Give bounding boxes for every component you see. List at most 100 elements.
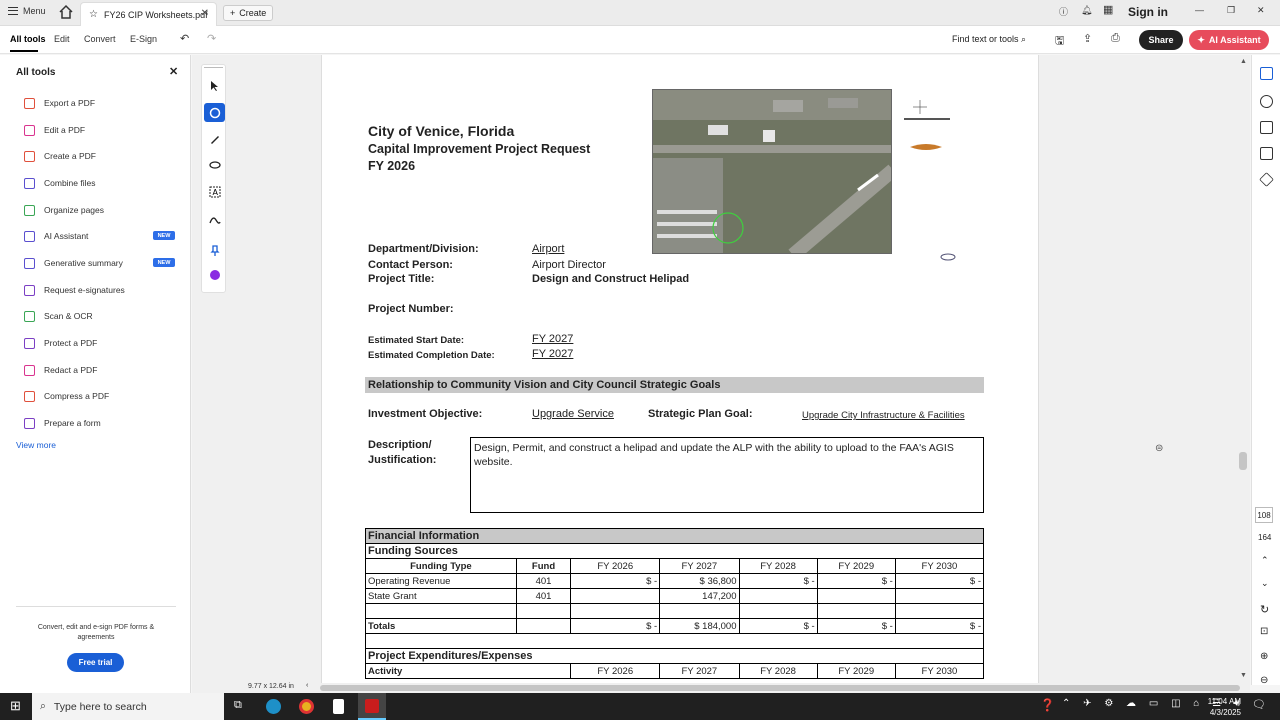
- zoom-in-icon[interactable]: ⊕: [1260, 651, 1268, 662]
- all-tools-panel: All tools ✕ Export a PDF Edit a PDF Create…: [0, 55, 191, 693]
- tool-item[interactable]: Organize pages: [24, 202, 104, 218]
- task-view-icon[interactable]: ⧉: [234, 699, 242, 712]
- tool-item[interactable]: Scan & OCR: [24, 308, 93, 324]
- doc-fiscal-year: FY 2026: [368, 159, 416, 173]
- close-panel-icon[interactable]: ✕: [169, 65, 178, 78]
- page-fit-icon[interactable]: ⊡: [1260, 626, 1268, 637]
- completion-date-value: FY 2027: [532, 348, 574, 360]
- tool-item[interactable]: Request e-signatures: [24, 282, 125, 298]
- ai-chat-icon[interactable]: [1260, 95, 1273, 108]
- tool-item[interactable]: Edit a PDF: [24, 122, 85, 138]
- help-icon[interactable]: ⓘ: [1059, 5, 1068, 18]
- close-window-icon[interactable]: ✕: [1257, 5, 1265, 16]
- help-tray-icon[interactable]: ❓: [1040, 698, 1055, 712]
- layers-icon[interactable]: [1259, 172, 1274, 187]
- doc-title: City of Venice, Florida: [368, 123, 515, 139]
- tool-item[interactable]: Prepare a form: [24, 415, 101, 431]
- file-icon[interactable]: [333, 699, 344, 714]
- document-tab[interactable]: ☆ FY26 CIP Worksheets.pdf ✕: [80, 2, 217, 26]
- table-cell: $ -: [738, 573, 818, 589]
- tool-item[interactable]: Export a PDF: [24, 95, 95, 111]
- free-trial-button[interactable]: Free trial: [67, 653, 124, 672]
- scroll-left-arrow[interactable]: ‹: [306, 682, 308, 689]
- print-icon[interactable]: ⎙: [1111, 32, 1120, 45]
- create-button[interactable]: + Create: [223, 5, 274, 21]
- tool-item[interactable]: AI Assistant: [24, 228, 88, 244]
- tool-item[interactable]: Combine files: [24, 175, 96, 191]
- scale-logo: [940, 248, 956, 261]
- save-icon[interactable]: 🖫: [1055, 32, 1064, 51]
- redo-icon[interactable]: ↷: [207, 32, 216, 45]
- edge-icon[interactable]: [266, 699, 281, 714]
- undo-icon[interactable]: ↶: [180, 32, 189, 45]
- upload-icon[interactable]: ⇪: [1083, 32, 1092, 45]
- sign-in-button[interactable]: Sign in: [1128, 5, 1168, 19]
- text-box-icon[interactable]: A: [207, 184, 222, 199]
- bell-icon[interactable]: 🔔︎: [1081, 5, 1092, 16]
- home-icon[interactable]: [58, 4, 74, 20]
- comment-icon[interactable]: [204, 103, 225, 122]
- pages-icon[interactable]: [1260, 147, 1273, 160]
- tool-icon: [24, 177, 35, 189]
- star-icon[interactable]: ☆: [89, 9, 98, 20]
- drag-handle[interactable]: [204, 67, 223, 68]
- signature-icon[interactable]: [207, 211, 222, 226]
- table-row: Activity FY 2026 FY 2027 FY 2028 FY 2029 FY 2…: [364, 663, 985, 679]
- all-tools-tab[interactable]: All tools: [10, 34, 46, 44]
- taskbar-search[interactable]: ⌕ Type here to search: [32, 693, 224, 720]
- table-cell: Operating Revenue: [365, 573, 517, 589]
- table-cell: $ 36,800: [659, 573, 740, 589]
- tool-item[interactable]: Generative summary: [24, 255, 123, 271]
- lasso-icon[interactable]: [207, 158, 222, 173]
- tool-label: Generative summary: [44, 258, 123, 268]
- contact-value: Airport Director: [532, 259, 606, 271]
- scroll-down-arrow[interactable]: ▼: [1240, 672, 1247, 679]
- view-more-link[interactable]: View more: [16, 440, 56, 450]
- page-number-field[interactable]: 108: [1255, 507, 1273, 523]
- share-button[interactable]: Share: [1139, 30, 1183, 50]
- refresh-icon[interactable]: ↻: [1260, 603, 1269, 616]
- tool-icon: [24, 417, 35, 429]
- annotation-toolbar: A: [201, 64, 226, 293]
- minimize-icon[interactable]: —: [1195, 5, 1204, 15]
- find-text-button[interactable]: Find text or tools ⌕: [952, 34, 1026, 45]
- ai-assistant-button[interactable]: ✦ AI Assistant: [1189, 30, 1269, 50]
- comment-panel-icon[interactable]: [1260, 67, 1273, 80]
- acrobat-taskbar-button[interactable]: [358, 693, 386, 720]
- tool-label: Redact a PDF: [44, 365, 98, 375]
- vertical-scrollbar-thumb[interactable]: [1239, 452, 1247, 470]
- chevron-up-icon[interactable]: ⌃: [1261, 555, 1269, 566]
- bookmark-icon[interactable]: [1260, 121, 1273, 134]
- tool-item[interactable]: Redact a PDF: [24, 362, 97, 378]
- cursor-icon: ⊜: [1155, 443, 1164, 454]
- windows-start-icon[interactable]: ⊞: [10, 698, 21, 714]
- pin-icon[interactable]: [207, 243, 222, 258]
- scroll-up-arrow[interactable]: ▲: [1240, 58, 1247, 65]
- completion-date-label: Estimated Completion Date:: [368, 350, 495, 361]
- clock[interactable]: 11:04 AM 4/3/2025: [1205, 696, 1241, 718]
- column-header: FY 2028: [738, 558, 818, 574]
- edit-tab[interactable]: Edit: [54, 34, 70, 44]
- maximize-icon[interactable]: ❐: [1227, 5, 1235, 16]
- close-tab-icon[interactable]: ✕: [201, 8, 209, 19]
- pen-icon[interactable]: [207, 131, 222, 146]
- chrome-icon[interactable]: [299, 699, 314, 714]
- menu-button[interactable]: Menu: [8, 6, 46, 16]
- notification-icon[interactable]: 🗨︎: [1252, 698, 1266, 711]
- select-icon[interactable]: [207, 78, 222, 93]
- tool-label: Scan & OCR: [44, 311, 93, 321]
- aerial-map-image: [652, 89, 892, 254]
- project-title-value: Design and Construct Helipad: [532, 273, 690, 285]
- color-picker-icon[interactable]: [207, 267, 222, 282]
- section-header: Relationship to Community Vision and Cit…: [365, 377, 984, 393]
- esign-tab[interactable]: E-Sign: [130, 34, 157, 44]
- convert-tab[interactable]: Convert: [84, 34, 116, 44]
- chevron-down-icon[interactable]: ⌄: [1261, 578, 1269, 589]
- tool-item[interactable]: Compress a PDF: [24, 388, 109, 404]
- apps-icon[interactable]: ▦: [1103, 3, 1113, 16]
- horizontal-scrollbar-thumb[interactable]: [320, 685, 1240, 691]
- tool-item[interactable]: Protect a PDF: [24, 335, 97, 351]
- tool-item[interactable]: Create a PDF: [24, 148, 96, 164]
- plus-icon: +: [230, 8, 236, 18]
- zoom-out-icon[interactable]: ⊖: [1260, 675, 1268, 686]
